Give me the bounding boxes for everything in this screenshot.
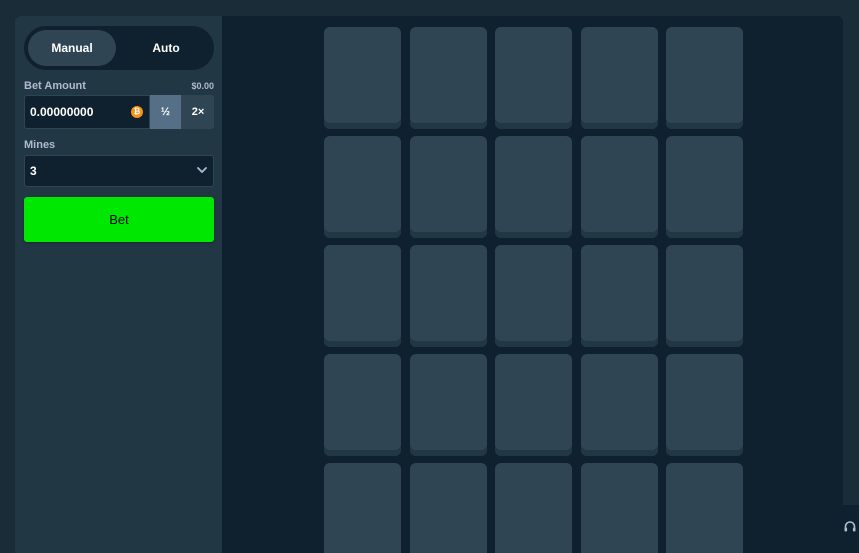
mine-tile[interactable] <box>580 463 658 553</box>
mine-tile[interactable] <box>666 136 743 238</box>
mine-tile[interactable] <box>409 136 487 238</box>
mine-tile[interactable] <box>495 245 572 347</box>
chevron-down-icon <box>197 167 207 173</box>
bet-amount-control: ₿ ½ 2× <box>24 95 214 129</box>
mine-tile[interactable] <box>580 136 658 238</box>
mine-tile[interactable] <box>324 136 401 238</box>
mode-toggle: Manual Auto <box>24 26 214 70</box>
bet-input-wrapper: ₿ <box>25 96 149 128</box>
mine-tile[interactable] <box>495 463 572 553</box>
mine-tile[interactable] <box>324 354 401 456</box>
tab-auto[interactable]: Auto <box>122 30 210 66</box>
bet-usd-value: $0.00 <box>191 81 214 91</box>
mines-label-row: Mines <box>24 138 214 152</box>
mine-tile[interactable] <box>495 136 572 238</box>
bet-amount-label: Bet Amount <box>24 80 86 92</box>
mine-tile[interactable] <box>666 27 743 129</box>
bet-amount-label-row: Bet Amount $0.00 <box>24 79 214 93</box>
mine-tile[interactable] <box>666 463 743 553</box>
double-bet-button[interactable]: 2× <box>182 95 214 129</box>
mine-tile[interactable] <box>580 245 658 347</box>
mines-select[interactable]: 3 <box>24 155 214 187</box>
half-bet-button[interactable]: ½ <box>150 95 181 129</box>
game-container: Manual Auto Bet Amount $0.00 ₿ ½ 2× Mine… <box>15 16 843 553</box>
mine-tile[interactable] <box>409 354 487 456</box>
mine-tile[interactable] <box>324 27 401 129</box>
mine-tile[interactable] <box>666 245 743 347</box>
support-tab[interactable] <box>843 505 859 553</box>
bet-button[interactable]: Bet <box>24 197 214 242</box>
bitcoin-icon: ₿ <box>131 106 143 118</box>
headset-icon <box>844 521 856 532</box>
mines-label: Mines <box>24 139 56 151</box>
mine-tile[interactable] <box>409 27 487 129</box>
mine-tile[interactable] <box>580 354 658 456</box>
mine-tile[interactable] <box>495 354 572 456</box>
bet-amount-input[interactable] <box>25 96 125 128</box>
mine-tile[interactable] <box>409 463 487 553</box>
mines-selected-value: 3 <box>30 164 37 178</box>
tab-manual[interactable]: Manual <box>28 30 116 66</box>
mine-tile[interactable] <box>666 354 743 456</box>
bet-sidebar: Manual Auto Bet Amount $0.00 ₿ ½ 2× Mine… <box>15 16 222 553</box>
mine-tile[interactable] <box>324 245 401 347</box>
mine-tile[interactable] <box>324 463 401 553</box>
mine-tile[interactable] <box>580 27 658 129</box>
mine-tile[interactable] <box>409 245 487 347</box>
mine-tile[interactable] <box>495 27 572 129</box>
